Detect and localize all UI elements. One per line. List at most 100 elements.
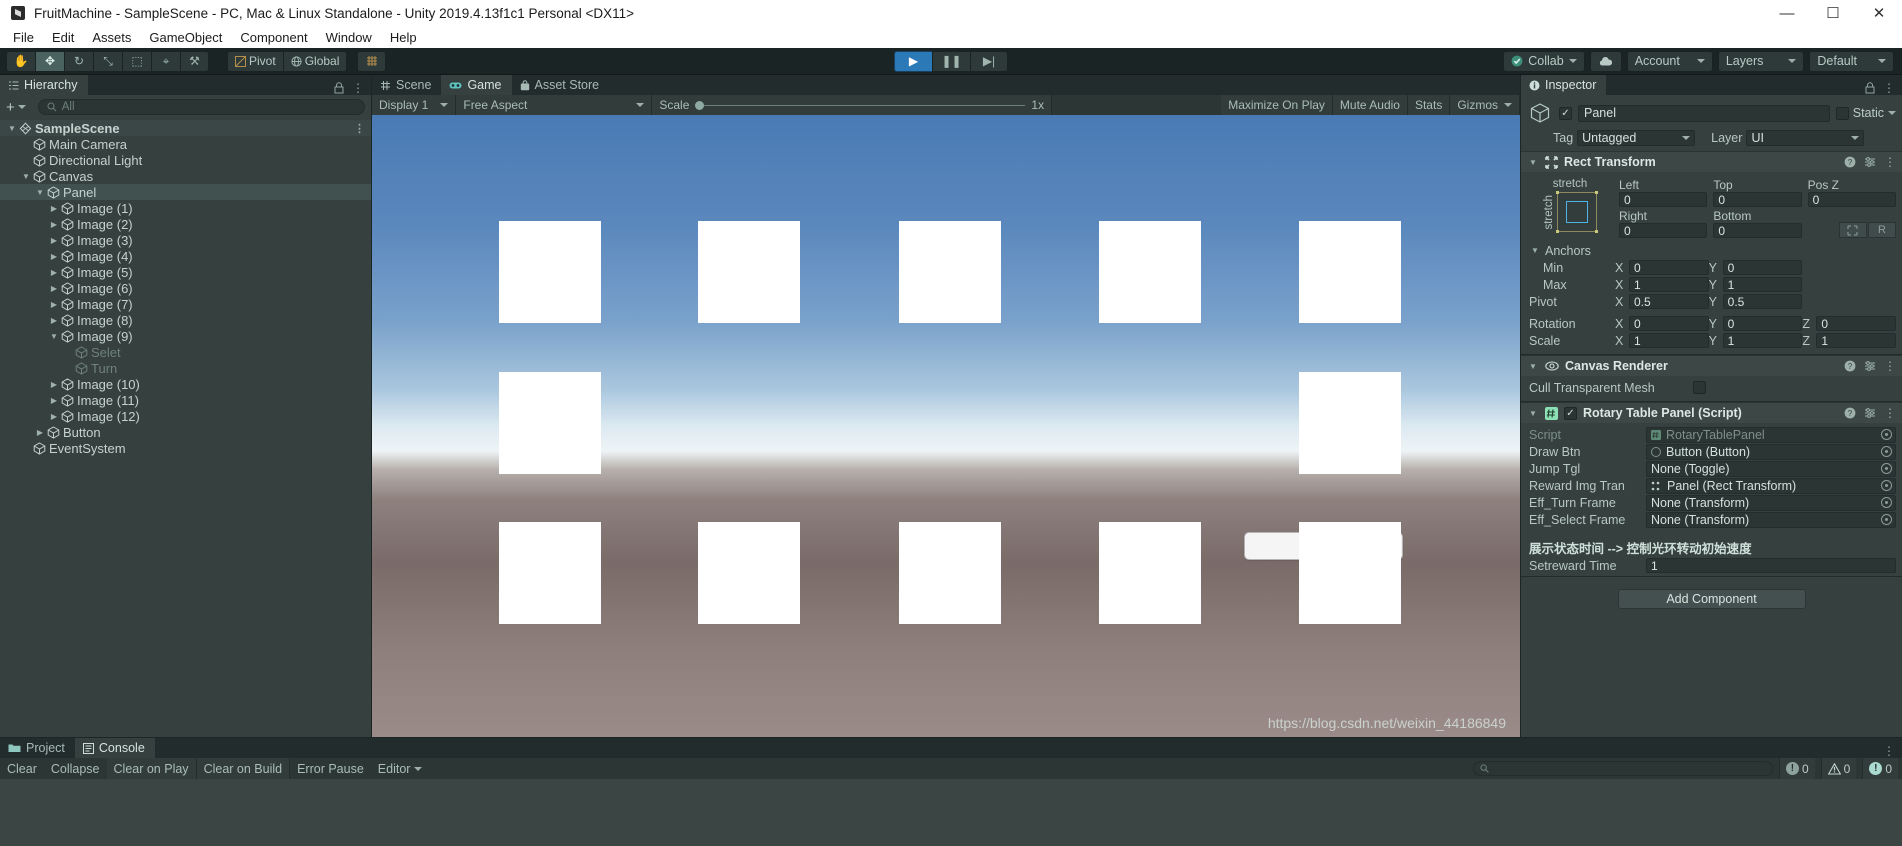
editor-dropdown[interactable]: Editor	[371, 758, 430, 779]
posz-input[interactable]: 0	[1807, 192, 1896, 207]
game-view-tile[interactable]	[1299, 221, 1401, 323]
chevron-down-icon[interactable]: ▼	[48, 332, 60, 341]
hierarchy-item-image-1[interactable]: ▶ Image (1)	[0, 200, 371, 216]
object-field[interactable]: None (Transform)	[1646, 511, 1896, 528]
pivot-y-input[interactable]: 0.5	[1722, 294, 1803, 309]
game-view-tile[interactable]	[499, 372, 601, 474]
menu-assets[interactable]: Assets	[83, 28, 140, 47]
anchor-max-x-input[interactable]: 1	[1629, 277, 1709, 292]
game-view-tile[interactable]	[698, 522, 800, 624]
foldout-icon[interactable]: ▼	[1527, 409, 1539, 418]
anchor-min-y-input[interactable]: 0	[1722, 260, 1803, 275]
scale-slider[interactable]	[695, 100, 1026, 110]
rect-tool-button[interactable]: ⬚	[122, 50, 151, 72]
chevron-right-icon[interactable]: ▶	[48, 204, 60, 213]
menu-gameobject[interactable]: GameObject	[140, 28, 231, 47]
close-button[interactable]: ✕	[1856, 0, 1902, 26]
layer-dropdown[interactable]: UI	[1746, 130, 1865, 146]
game-view-canvas[interactable]: Button https://blog.csdn.net/weixin_4418…	[372, 115, 1520, 737]
pause-button[interactable]: ❚❚	[932, 50, 970, 72]
hierarchy-item-directional-light[interactable]: ▶Directional Light	[0, 152, 371, 168]
clear-on-play-button[interactable]: Clear on Play	[106, 758, 197, 779]
chevron-right-icon[interactable]: ▶	[48, 412, 60, 421]
foldout-icon[interactable]: ▼	[1527, 158, 1539, 167]
scale-slider-knob[interactable]	[695, 100, 705, 110]
inspector-menu-icon[interactable]: ⋮	[1883, 81, 1895, 95]
hierarchy-menu-icon[interactable]: ⋮	[352, 81, 364, 95]
error-pause-button[interactable]: Error Pause	[290, 758, 371, 779]
chevron-right-icon[interactable]: ▶	[48, 236, 60, 245]
warning-counter[interactable]: 0	[1820, 758, 1857, 779]
right-input[interactable]: 0	[1619, 223, 1708, 238]
raw-edit-button[interactable]: R	[1867, 222, 1896, 238]
setreward-time-input[interactable]: 1	[1646, 558, 1896, 573]
tag-dropdown[interactable]: Untagged	[1577, 130, 1696, 146]
object-picker-icon[interactable]	[1881, 514, 1892, 525]
transform-tool-button[interactable]: ⌖	[151, 50, 180, 72]
rect-transform-header[interactable]: ▼ Rect Transform ? ⋮	[1521, 152, 1902, 172]
hierarchy-item-image-2[interactable]: ▶ Image (2)	[0, 216, 371, 232]
cull-transparent-mesh-checkbox[interactable]	[1693, 381, 1706, 394]
tab-console[interactable]: Console	[74, 738, 155, 758]
menu-file[interactable]: File	[4, 28, 43, 47]
add-component-button[interactable]: Add Component	[1617, 589, 1806, 609]
anchors-foldout[interactable]: ▼ Anchors	[1521, 242, 1902, 259]
static-toggle[interactable]: Static	[1835, 106, 1896, 120]
game-view-tile[interactable]	[1299, 522, 1401, 624]
chevron-right-icon[interactable]: ▶	[48, 380, 60, 389]
pivot-toggle-button[interactable]: Pivot	[227, 50, 283, 72]
foldout-icon[interactable]: ▼	[1527, 362, 1539, 371]
console-message-list[interactable]	[0, 779, 1902, 846]
object-field[interactable]: None (Transform)	[1646, 494, 1896, 511]
menu-component[interactable]: Component	[231, 28, 316, 47]
minimize-button[interactable]: —	[1764, 0, 1810, 26]
chevron-right-icon[interactable]: ▶	[34, 428, 46, 437]
rotation-x-input[interactable]: 0	[1629, 316, 1709, 331]
object-enabled-checkbox[interactable]: ✓	[1559, 106, 1572, 120]
scale-slider-track[interactable]	[704, 104, 1026, 106]
game-view-tile[interactable]	[1099, 221, 1201, 323]
component-menu-icon[interactable]: ⋮	[1884, 406, 1896, 420]
move-tool-button[interactable]: ✥	[35, 50, 64, 72]
aspect-dropdown[interactable]: Free Aspect	[456, 95, 653, 115]
console-menu-icon[interactable]: ⋮	[1883, 744, 1895, 758]
game-view-tile[interactable]	[899, 522, 1001, 624]
global-toggle-button[interactable]: Global	[282, 50, 348, 72]
bottom-input[interactable]: 0	[1713, 223, 1802, 238]
chevron-down-icon[interactable]: ▼	[6, 124, 18, 133]
menu-edit[interactable]: Edit	[43, 28, 83, 47]
hierarchy-item-button[interactable]: ▶ Button	[0, 424, 371, 440]
pivot-x-input[interactable]: 0.5	[1629, 294, 1709, 309]
hierarchy-item-image-3[interactable]: ▶ Image (3)	[0, 232, 371, 248]
chevron-right-icon[interactable]: ▶	[48, 284, 60, 293]
hierarchy-item-selet[interactable]: ▶Selet	[0, 344, 371, 360]
collapse-button[interactable]: Collapse	[44, 758, 107, 779]
component-menu-icon[interactable]: ⋮	[1884, 359, 1896, 373]
hierarchy-item-samplescene[interactable]: ▼ SampleScene ⋮	[0, 120, 371, 136]
hierarchy-item-image-6[interactable]: ▶ Image (6)	[0, 280, 371, 296]
chevron-right-icon[interactable]: ▶	[48, 316, 60, 325]
hand-tool-button[interactable]: ✋	[6, 50, 35, 72]
game-view-tile[interactable]	[499, 522, 601, 624]
menu-window[interactable]: Window	[317, 28, 381, 47]
hierarchy-item-turn[interactable]: ▶Turn	[0, 360, 371, 376]
rotation-z-input[interactable]: 0	[1816, 316, 1897, 331]
display-dropdown[interactable]: Display 1	[372, 95, 457, 115]
maximize-button[interactable]: ☐	[1810, 0, 1856, 26]
grid-snap-button[interactable]	[357, 50, 387, 72]
hierarchy-item-image-12[interactable]: ▶ Image (12)	[0, 408, 371, 424]
hierarchy-item-image-11[interactable]: ▶ Image (11)	[0, 392, 371, 408]
game-view-tile[interactable]	[1299, 372, 1401, 474]
chevron-right-icon[interactable]: ▶	[48, 300, 60, 309]
object-picker-icon[interactable]	[1881, 429, 1892, 440]
hierarchy-item-image-8[interactable]: ▶ Image (8)	[0, 312, 371, 328]
stats-button[interactable]: Stats	[1407, 95, 1451, 115]
hierarchy-item-panel[interactable]: ▼ Panel	[0, 184, 371, 200]
chevron-right-icon[interactable]: ▶	[48, 396, 60, 405]
game-view-tile[interactable]	[499, 221, 601, 323]
chevron-down-icon[interactable]: ▼	[34, 188, 46, 197]
preset-icon[interactable]	[1864, 407, 1876, 419]
hierarchy-item-canvas[interactable]: ▼ Canvas	[0, 168, 371, 184]
scale-slider-group[interactable]: Scale 1x	[652, 95, 1053, 115]
clear-on-build-button[interactable]: Clear on Build	[196, 758, 291, 779]
